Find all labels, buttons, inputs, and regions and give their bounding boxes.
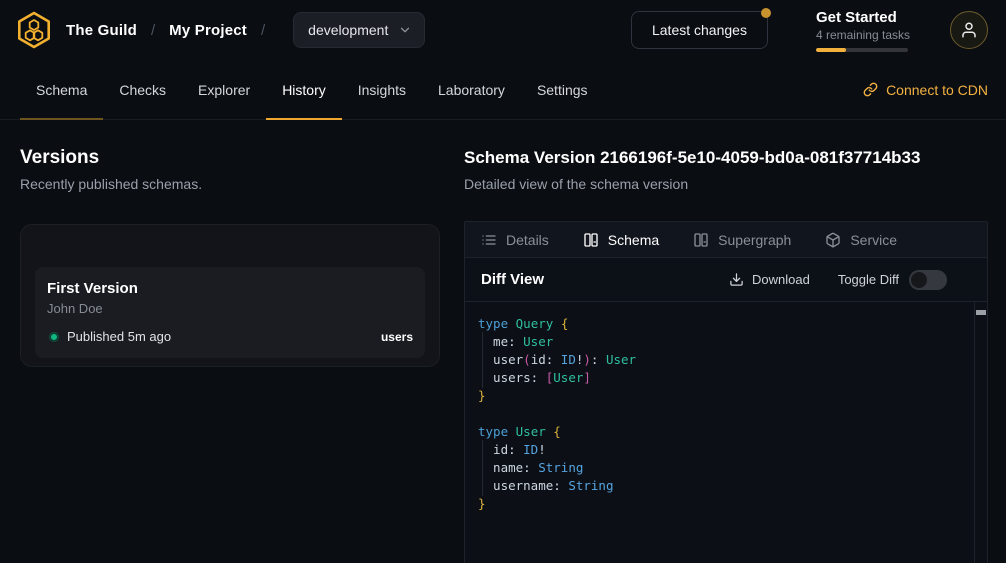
code-line: username: String [478,477,967,495]
hive-logo-icon[interactable] [14,10,54,50]
diff-toolbar: Diff View Download Toggle Diff [465,258,987,302]
code-line: } [478,387,967,405]
download-icon [729,272,744,287]
columns-icon [583,232,599,248]
tab-schema[interactable]: Schema [583,232,659,248]
versions-title: Versions [20,147,440,169]
diff-view-title: Diff View [481,271,544,288]
schema-version-subtitle: Detailed view of the schema version [464,176,988,192]
tab-supergraph[interactable]: Supergraph [693,232,791,248]
version-service-badge: users [381,330,413,344]
org-name[interactable]: The Guild [66,22,137,39]
box-icon [825,232,841,248]
user-avatar[interactable] [950,11,988,49]
code-line: type User { [478,423,967,441]
tab-service[interactable]: Service [825,232,897,248]
columns-icon [693,232,709,248]
user-icon [960,21,978,39]
nav-tab-checks[interactable]: Checks [103,60,182,119]
version-author: John Doe [47,301,413,316]
nav-tab-schema[interactable]: Schema [20,60,103,119]
sdl-code-area: type Query { me: User user(id: ID!): Use… [465,302,987,563]
nav-tab-laboratory[interactable]: Laboratory [422,60,521,119]
schema-viewer: Details Schema Supergraph [464,221,988,563]
get-started-progress-fill [816,48,846,52]
main-content: Versions Recently published schemas. Fir… [0,120,1006,563]
code-line: users: [User] [478,369,967,387]
code-line [478,405,967,423]
chevron-down-icon [398,23,412,37]
project-name[interactable]: My Project [169,22,247,39]
nav-tab-explorer[interactable]: Explorer [182,60,266,119]
breadcrumb-separator: / [261,22,265,39]
code-line: me: User [478,333,967,351]
toggle-diff-knob [911,272,927,288]
app-header: The Guild / My Project / development Lat… [0,0,1006,60]
version-name: First Version [47,279,413,298]
code-line: type Query { [478,315,967,333]
versions-panel: Versions Recently published schemas. Fir… [20,147,440,563]
version-list-item[interactable]: First Version John Doe Published 5m ago … [35,267,425,358]
get-started-progress [816,48,908,52]
versions-subtitle: Recently published schemas. [20,176,440,192]
version-detail-panel: Schema Version 2166196f-5e10-4059-bd0a-0… [464,147,988,563]
nav-tab-insights[interactable]: Insights [342,60,422,119]
target-nav: Schema Checks Explorer History Insights … [0,60,1006,120]
breadcrumb-separator: / [151,22,155,39]
code-line: user(id: ID!): User [478,351,967,369]
versions-list: First Version John Doe Published 5m ago … [20,224,440,367]
list-icon [481,232,497,248]
schema-version-title: Schema Version 2166196f-5e10-4059-bd0a-0… [464,147,988,169]
target-selector[interactable]: development [293,12,425,48]
link-icon [863,82,878,97]
code-scrollbar-thumb[interactable] [976,310,986,315]
target-selector-value: development [308,22,388,38]
toggle-diff-label: Toggle Diff [838,272,899,287]
download-button[interactable]: Download [729,272,810,287]
code-scrollbar[interactable] [974,302,987,563]
get-started-title: Get Started [816,9,910,27]
latest-changes-button[interactable]: Latest changes [631,11,768,49]
tab-details[interactable]: Details [481,232,549,248]
notification-dot [761,8,771,18]
connect-to-cdn-link[interactable]: Connect to CDN [863,60,988,119]
published-status-dot [49,332,59,342]
get-started-widget[interactable]: Get Started 4 remaining tasks [816,9,910,52]
nav-tab-history[interactable]: History [266,60,342,119]
code-line: name: String [478,459,967,477]
nav-tab-settings[interactable]: Settings [521,60,604,119]
version-status: Published 5m ago [67,329,171,344]
get-started-subtitle: 4 remaining tasks [816,27,910,43]
toggle-diff-switch[interactable] [909,270,947,290]
code-line: } [478,495,967,513]
code-line: id: ID! [478,441,967,459]
viewer-tabs: Details Schema Supergraph [465,222,987,258]
code-block: type Query { me: User user(id: ID!): Use… [478,315,967,513]
